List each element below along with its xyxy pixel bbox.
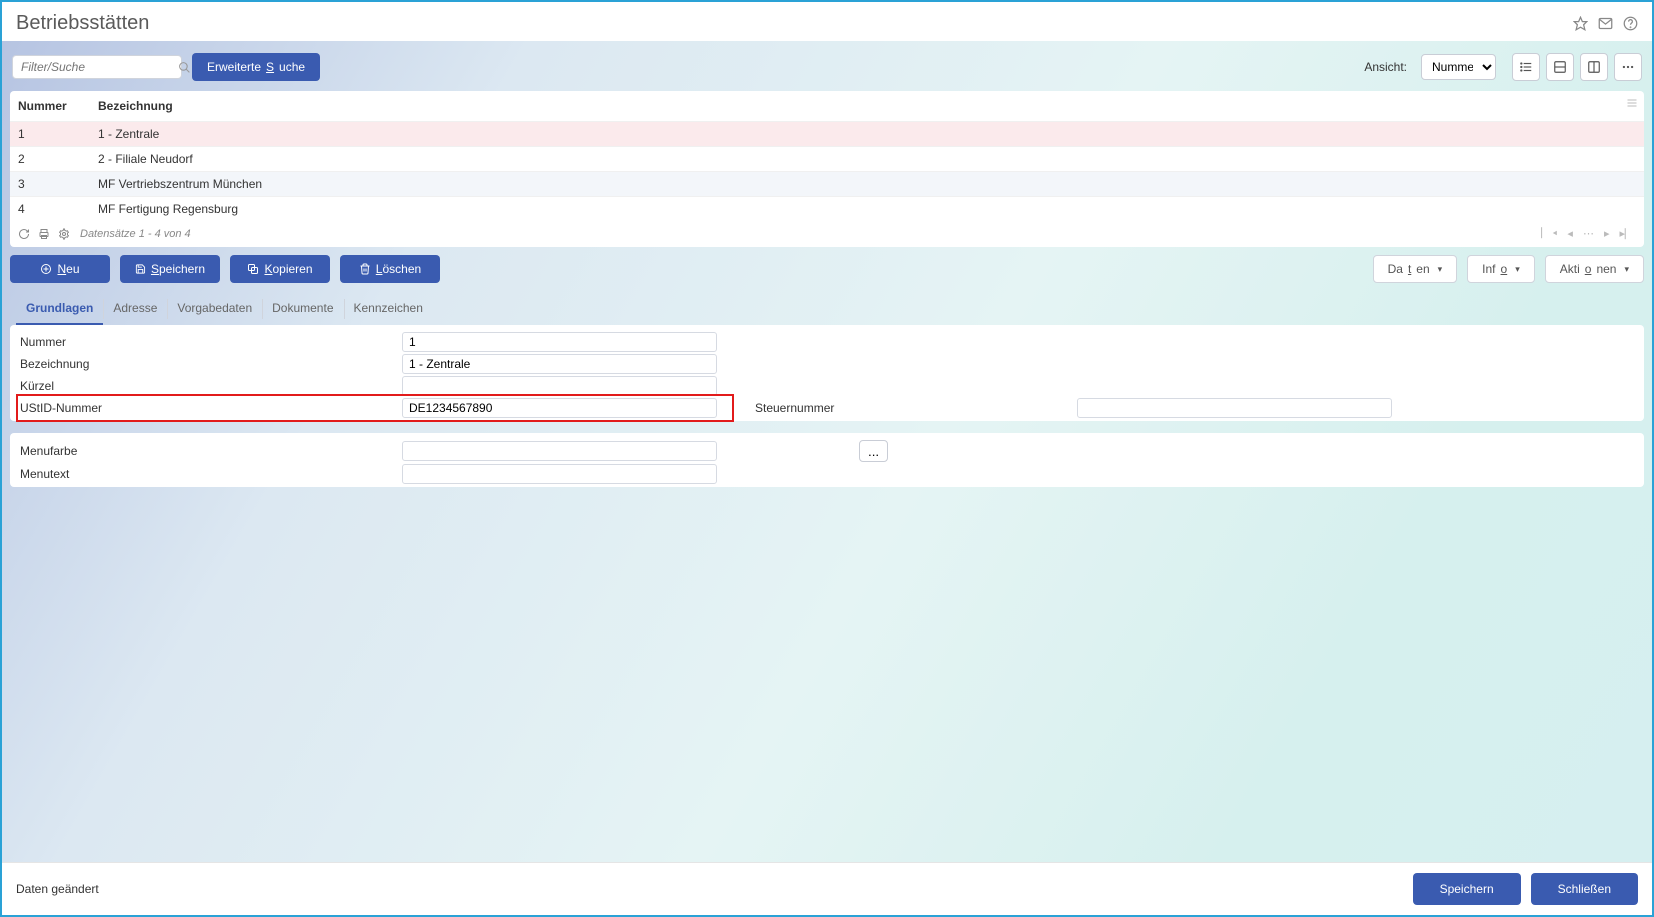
list-view-icon[interactable] <box>1512 53 1540 81</box>
label-menufarbe: Menufarbe <box>20 444 402 458</box>
refresh-icon[interactable] <box>18 228 30 240</box>
table-row[interactable]: 4MF Fertigung Regensburg <box>10 196 1644 221</box>
page-more-icon[interactable]: ⋯ <box>1583 227 1594 241</box>
page-title: Betriebsstätten <box>16 12 1573 35</box>
delete-button[interactable]: Löschen <box>340 255 440 283</box>
star-icon[interactable] <box>1573 16 1588 31</box>
grid-header-nummer[interactable]: Nummer <box>18 99 98 113</box>
tab-adresse[interactable]: Adresse <box>103 293 167 325</box>
input-menufarbe[interactable] <box>402 441 717 461</box>
label-menutext: Menutext <box>20 467 402 481</box>
new-button[interactable]: Neu <box>10 255 110 283</box>
grid-header-row: Nummer Bezeichnung <box>10 91 1644 121</box>
print-icon[interactable] <box>38 228 50 240</box>
cell-nummer: 1 <box>18 127 98 141</box>
grid-pagination: ⎸◂ ◂ ⋯ ▸ ▸⎸ <box>1541 227 1636 241</box>
row-menutext: Menutext <box>20 463 1634 485</box>
input-menutext[interactable] <box>402 464 717 484</box>
view-select[interactable]: Nummer <box>1421 54 1496 80</box>
form-panel: Nummer Bezeichnung Kürzel UStID-Nummer S… <box>10 325 1644 421</box>
mail-icon[interactable] <box>1598 16 1613 31</box>
split-vertical-icon[interactable] <box>1580 53 1608 81</box>
view-label: Ansicht: <box>1364 60 1407 74</box>
page-last-icon[interactable]: ▸⎸ <box>1619 227 1636 241</box>
row-bezeichnung: Bezeichnung <box>20 353 1634 375</box>
view-icon-group <box>1512 53 1642 81</box>
search-toolbar: Erweiterte Suche Ansicht: Nummer <box>10 49 1644 85</box>
info-dropdown[interactable]: Info▾ <box>1467 255 1535 283</box>
status-text: Daten geändert <box>16 882 1413 896</box>
cell-bezeichnung: 2 - Filiale Neudorf <box>98 152 193 166</box>
row-menufarbe: Menufarbe ... <box>20 439 1634 463</box>
page-header: Betriebsstätten <box>2 2 1652 41</box>
help-icon[interactable] <box>1623 16 1638 31</box>
page-next-icon[interactable]: ▸ <box>1604 227 1610 241</box>
cell-bezeichnung: MF Vertriebszentrum München <box>98 177 262 191</box>
extended-search-button[interactable]: Erweiterte Suche <box>192 53 320 81</box>
search-input[interactable] <box>21 60 178 74</box>
tab-grundlagen[interactable]: Grundlagen <box>16 293 103 325</box>
search-icon[interactable] <box>178 61 191 74</box>
input-steuernummer[interactable] <box>1077 398 1392 418</box>
footer-save-button[interactable]: Speichern <box>1413 873 1521 905</box>
menufarbe-picker-button[interactable]: ... <box>859 440 888 462</box>
action-bar: Neu Speichern Kopieren Löschen Daten▾ In… <box>10 255 1644 283</box>
tab-dokumente[interactable]: Dokumente <box>262 293 343 325</box>
tab-vorgabedaten[interactable]: Vorgabedaten <box>167 293 262 325</box>
grid-footer: Datensätze 1 - 4 von 4 ⎸◂ ◂ ⋯ ▸ ▸⎸ <box>10 221 1644 247</box>
label-steuernummer: Steuernummer <box>717 401 1077 415</box>
footer-close-button[interactable]: Schließen <box>1531 873 1638 905</box>
table-row[interactable]: 3MF Vertriebszentrum München <box>10 171 1644 196</box>
more-icon[interactable] <box>1614 53 1642 81</box>
aktionen-dropdown[interactable]: Aktionen▾ <box>1545 255 1644 283</box>
row-kuerzel: Kürzel <box>20 375 1634 397</box>
grid-header-bezeichnung[interactable]: Bezeichnung <box>98 99 173 113</box>
save-button[interactable]: Speichern <box>120 255 220 283</box>
split-horizontal-icon[interactable] <box>1546 53 1574 81</box>
input-nummer[interactable] <box>402 332 717 352</box>
grid-panel: Nummer Bezeichnung 11 - Zentrale22 - Fil… <box>10 91 1644 247</box>
input-bezeichnung[interactable] <box>402 354 717 374</box>
page-prev-icon[interactable]: ◂ <box>1567 227 1573 241</box>
label-kuerzel: Kürzel <box>20 379 402 393</box>
cell-nummer: 2 <box>18 152 98 166</box>
cell-bezeichnung: 1 - Zentrale <box>98 127 159 141</box>
grid-menu-icon[interactable] <box>1626 97 1638 109</box>
daten-dropdown[interactable]: Daten▾ <box>1373 255 1458 283</box>
grid-footer-text: Datensätze 1 - 4 von 4 <box>80 228 191 240</box>
cell-nummer: 3 <box>18 177 98 191</box>
cell-nummer: 4 <box>18 202 98 216</box>
row-nummer: Nummer <box>20 331 1634 353</box>
main-area: Erweiterte Suche Ansicht: Nummer Nummer … <box>2 41 1652 862</box>
detail-tabs: Grundlagen Adresse Vorgabedaten Dokument… <box>10 293 1644 325</box>
page-first-icon[interactable]: ⎸◂ <box>1541 227 1557 241</box>
form-panel-2: Menufarbe ... Menutext <box>10 433 1644 487</box>
copy-button[interactable]: Kopieren <box>230 255 330 283</box>
label-ustid: UStID-Nummer <box>20 401 402 415</box>
input-ustid[interactable] <box>402 398 717 418</box>
tab-kennzeichen[interactable]: Kennzeichen <box>344 293 433 325</box>
header-icons <box>1573 16 1638 31</box>
table-row[interactable]: 22 - Filiale Neudorf <box>10 146 1644 171</box>
label-nummer: Nummer <box>20 335 402 349</box>
gear-icon[interactable] <box>58 228 70 240</box>
search-input-wrapper[interactable] <box>12 55 182 79</box>
input-kuerzel[interactable] <box>402 376 717 396</box>
grid-body: 11 - Zentrale22 - Filiale Neudorf3MF Ver… <box>10 121 1644 221</box>
cell-bezeichnung: MF Fertigung Regensburg <box>98 202 238 216</box>
page-footer: Daten geändert Speichern Schließen <box>2 862 1652 915</box>
label-bezeichnung: Bezeichnung <box>20 357 402 371</box>
row-ustid: UStID-Nummer Steuernummer <box>20 397 1634 419</box>
table-row[interactable]: 11 - Zentrale <box>10 121 1644 146</box>
